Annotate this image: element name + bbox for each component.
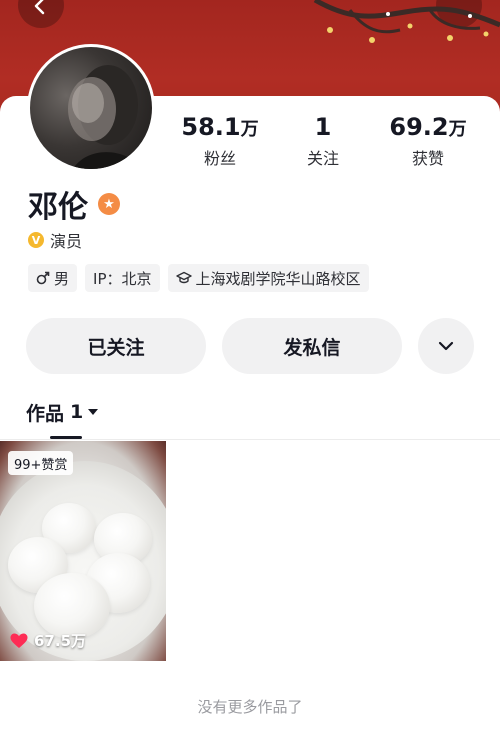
heart-icon (10, 633, 28, 648)
male-icon (36, 271, 50, 285)
likes-stat[interactable]: 69.2万 获赞 (378, 112, 478, 171)
caret-down-icon (87, 407, 99, 417)
following-label: 关注 (306, 149, 339, 168)
ip-tag: IP：北京 (85, 264, 160, 292)
tab-active-indicator (50, 436, 82, 439)
verified-title-row: V 演员 (28, 228, 82, 252)
tab-works[interactable]: 作品 1 (26, 396, 99, 428)
following-count: 1 (314, 113, 332, 141)
followed-button[interactable]: 已关注 (26, 318, 206, 374)
chevron-down-icon (438, 341, 454, 351)
fans-count: 58.1 (181, 113, 241, 141)
gender-tag: 男 (28, 264, 78, 292)
profile-actions: 已关注 发私信 (26, 318, 476, 374)
following-stat[interactable]: 1 关注 (273, 112, 373, 171)
verified-icon: V (28, 232, 44, 248)
plum-branch-decoration (313, 0, 500, 43)
fans-unit: 万 (240, 119, 259, 140)
reward-badge: 99+赞赏 (8, 451, 74, 475)
ip-text: IP：北京 (93, 269, 152, 288)
work-thumbnail[interactable]: 99+赞赏 67.5万 (0, 441, 166, 661)
tab-works-label: 作品 (26, 402, 65, 425)
work-likes-count: 67.5万 (34, 632, 87, 650)
avatar[interactable] (27, 44, 155, 172)
profile-stats: 58.1万 粉丝 1 关注 69.2万 获赞 (170, 112, 490, 172)
profile-tags: 男 IP：北京 上海戏剧学院华山路校区 (28, 264, 369, 292)
avatar-photo (68, 65, 145, 169)
back-button[interactable] (18, 0, 64, 28)
tab-works-count: 1 (70, 401, 84, 423)
back-arrow-icon (34, 0, 45, 15)
no-more-works-text: 没有更多作品了 (197, 698, 303, 716)
school-tag[interactable]: 上海戏剧学院华山路校区 (167, 264, 369, 292)
fans-label: 粉丝 (203, 149, 236, 168)
gender-text: 男 (54, 269, 70, 288)
profile-name: 邓伦 (28, 190, 88, 225)
graduation-cap-icon (175, 271, 192, 285)
content-tabs: 作品 1 (0, 396, 500, 440)
likes-count: 69.2 (389, 113, 449, 141)
likes-unit: 万 (448, 119, 467, 140)
profile-title: 演员 (50, 232, 83, 251)
work-likes: 67.5万 (10, 630, 86, 651)
star-badge-icon: ★ (98, 193, 120, 215)
school-text: 上海戏剧学院华山路校区 (195, 269, 361, 288)
name-row: 邓伦 ★ (28, 184, 120, 225)
more-actions-button[interactable] (418, 318, 474, 374)
likes-label: 获赞 (411, 149, 444, 168)
fans-stat[interactable]: 58.1万 粉丝 (170, 112, 270, 171)
send-message-button[interactable]: 发私信 (222, 318, 402, 374)
